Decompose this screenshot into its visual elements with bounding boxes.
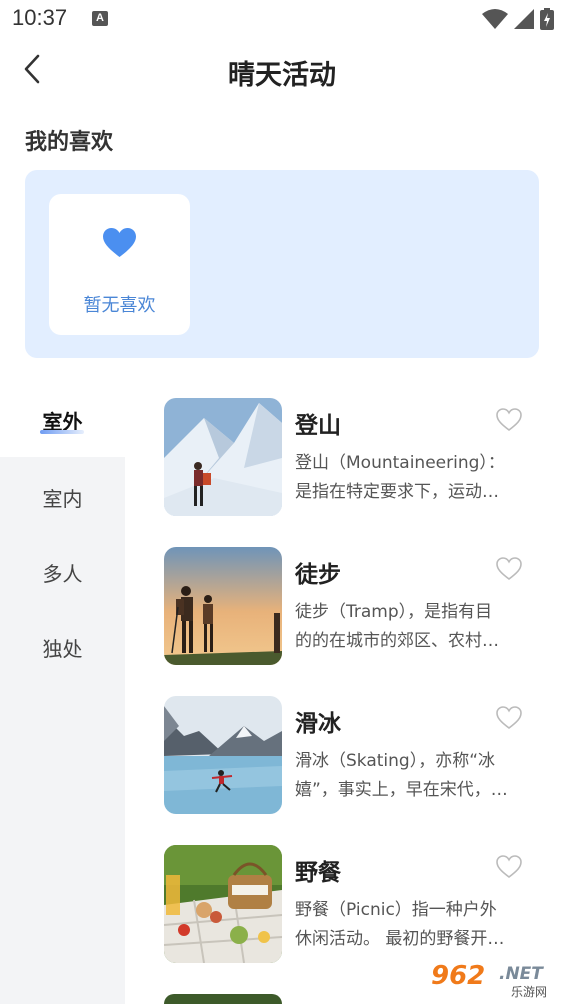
category-active-indicator [40, 430, 84, 434]
heart-filled-icon [103, 228, 136, 257]
activity-title: 滑冰 [295, 711, 341, 737]
notification-icon: A [92, 11, 108, 26]
activity-title: 野餐 [295, 860, 341, 886]
site-watermark: 962 .NET 乐游网 [425, 959, 561, 999]
heart-outline-icon[interactable] [496, 557, 522, 581]
status-time: 10:37 [12, 5, 68, 30]
wifi-icon [482, 9, 508, 29]
activity-description: 登山（Mountaineering）： 是指在特定要求下，运动… [295, 449, 521, 507]
activity-thumbnail [164, 547, 282, 665]
watermark-caption: 乐游网 [511, 985, 547, 999]
activity-desc-line: 的的在城市的郊区、农村… [295, 631, 499, 651]
category-group[interactable]: 多人 [0, 558, 125, 587]
heart-outline-icon[interactable] [496, 706, 522, 730]
activity-desc-line: 登山（Mountaineering）： [295, 453, 505, 473]
activity-thumbnail [164, 845, 282, 963]
activity-desc-line: 休闲活动。 最初的野餐开… [295, 929, 505, 949]
activity-thumbnail [164, 398, 282, 516]
activity-item[interactable]: 滑冰 滑冰（Skating），亦称“冰 嬉”，事实上，早在宋代，… [164, 696, 536, 814]
activity-title: 登山 [295, 413, 341, 439]
category-indoor[interactable]: 室内 [0, 483, 125, 512]
favorites-section-title: 我的喜欢 [25, 130, 114, 155]
activity-description: 滑冰（Skating），亦称“冰 嬉”，事实上，早在宋代，… [295, 747, 521, 805]
heart-outline-icon[interactable] [496, 408, 522, 432]
activity-description: 野餐（Picnic）指一种户外 休闲活动。 最初的野餐开… [295, 896, 521, 954]
favorites-empty-card[interactable]: 暂无喜欢 [49, 194, 190, 335]
favorites-panel: 暂无喜欢 [25, 170, 539, 358]
category-sidebar: 室内 多人 独处 [0, 457, 125, 1004]
battery-icon [540, 8, 554, 30]
activity-desc-line: 野餐（Picnic）指一种户外 [295, 900, 497, 920]
activity-desc-line: 是指在特定要求下，运动… [295, 482, 499, 502]
watermark-number: 962 [431, 961, 485, 991]
activity-item[interactable]: 野餐 野餐（Picnic）指一种户外 休闲活动。 最初的野餐开… [164, 845, 536, 963]
activity-desc-line: 滑冰（Skating），亦称“冰 [295, 751, 496, 771]
signal-icon [514, 9, 534, 29]
status-bar: 10:37 A [0, 0, 564, 38]
activity-item[interactable]: 徒步 徒步（Tramp），是指有目 的的在城市的郊区、农村… [164, 547, 536, 665]
activity-title: 徒步 [295, 562, 341, 588]
watermark-suffix: .NET [499, 964, 544, 984]
page-title: 晴天活动 [228, 60, 336, 91]
category-solo[interactable]: 独处 [0, 633, 125, 662]
favorites-empty-text: 暂无喜欢 [83, 295, 156, 316]
activity-desc-line: 徒步（Tramp），是指有目 [295, 602, 493, 622]
heart-outline-icon[interactable] [496, 855, 522, 879]
activity-desc-line: 嬉”，事实上，早在宋代，… [295, 780, 508, 800]
status-icons [482, 8, 554, 30]
activity-thumbnail [164, 696, 282, 814]
activity-thumbnail-partial [164, 994, 282, 1004]
activity-description: 徒步（Tramp），是指有目 的的在城市的郊区、农村… [295, 598, 521, 656]
activity-item[interactable]: 登山 登山（Mountaineering）： 是指在特定要求下，运动… [164, 398, 536, 516]
